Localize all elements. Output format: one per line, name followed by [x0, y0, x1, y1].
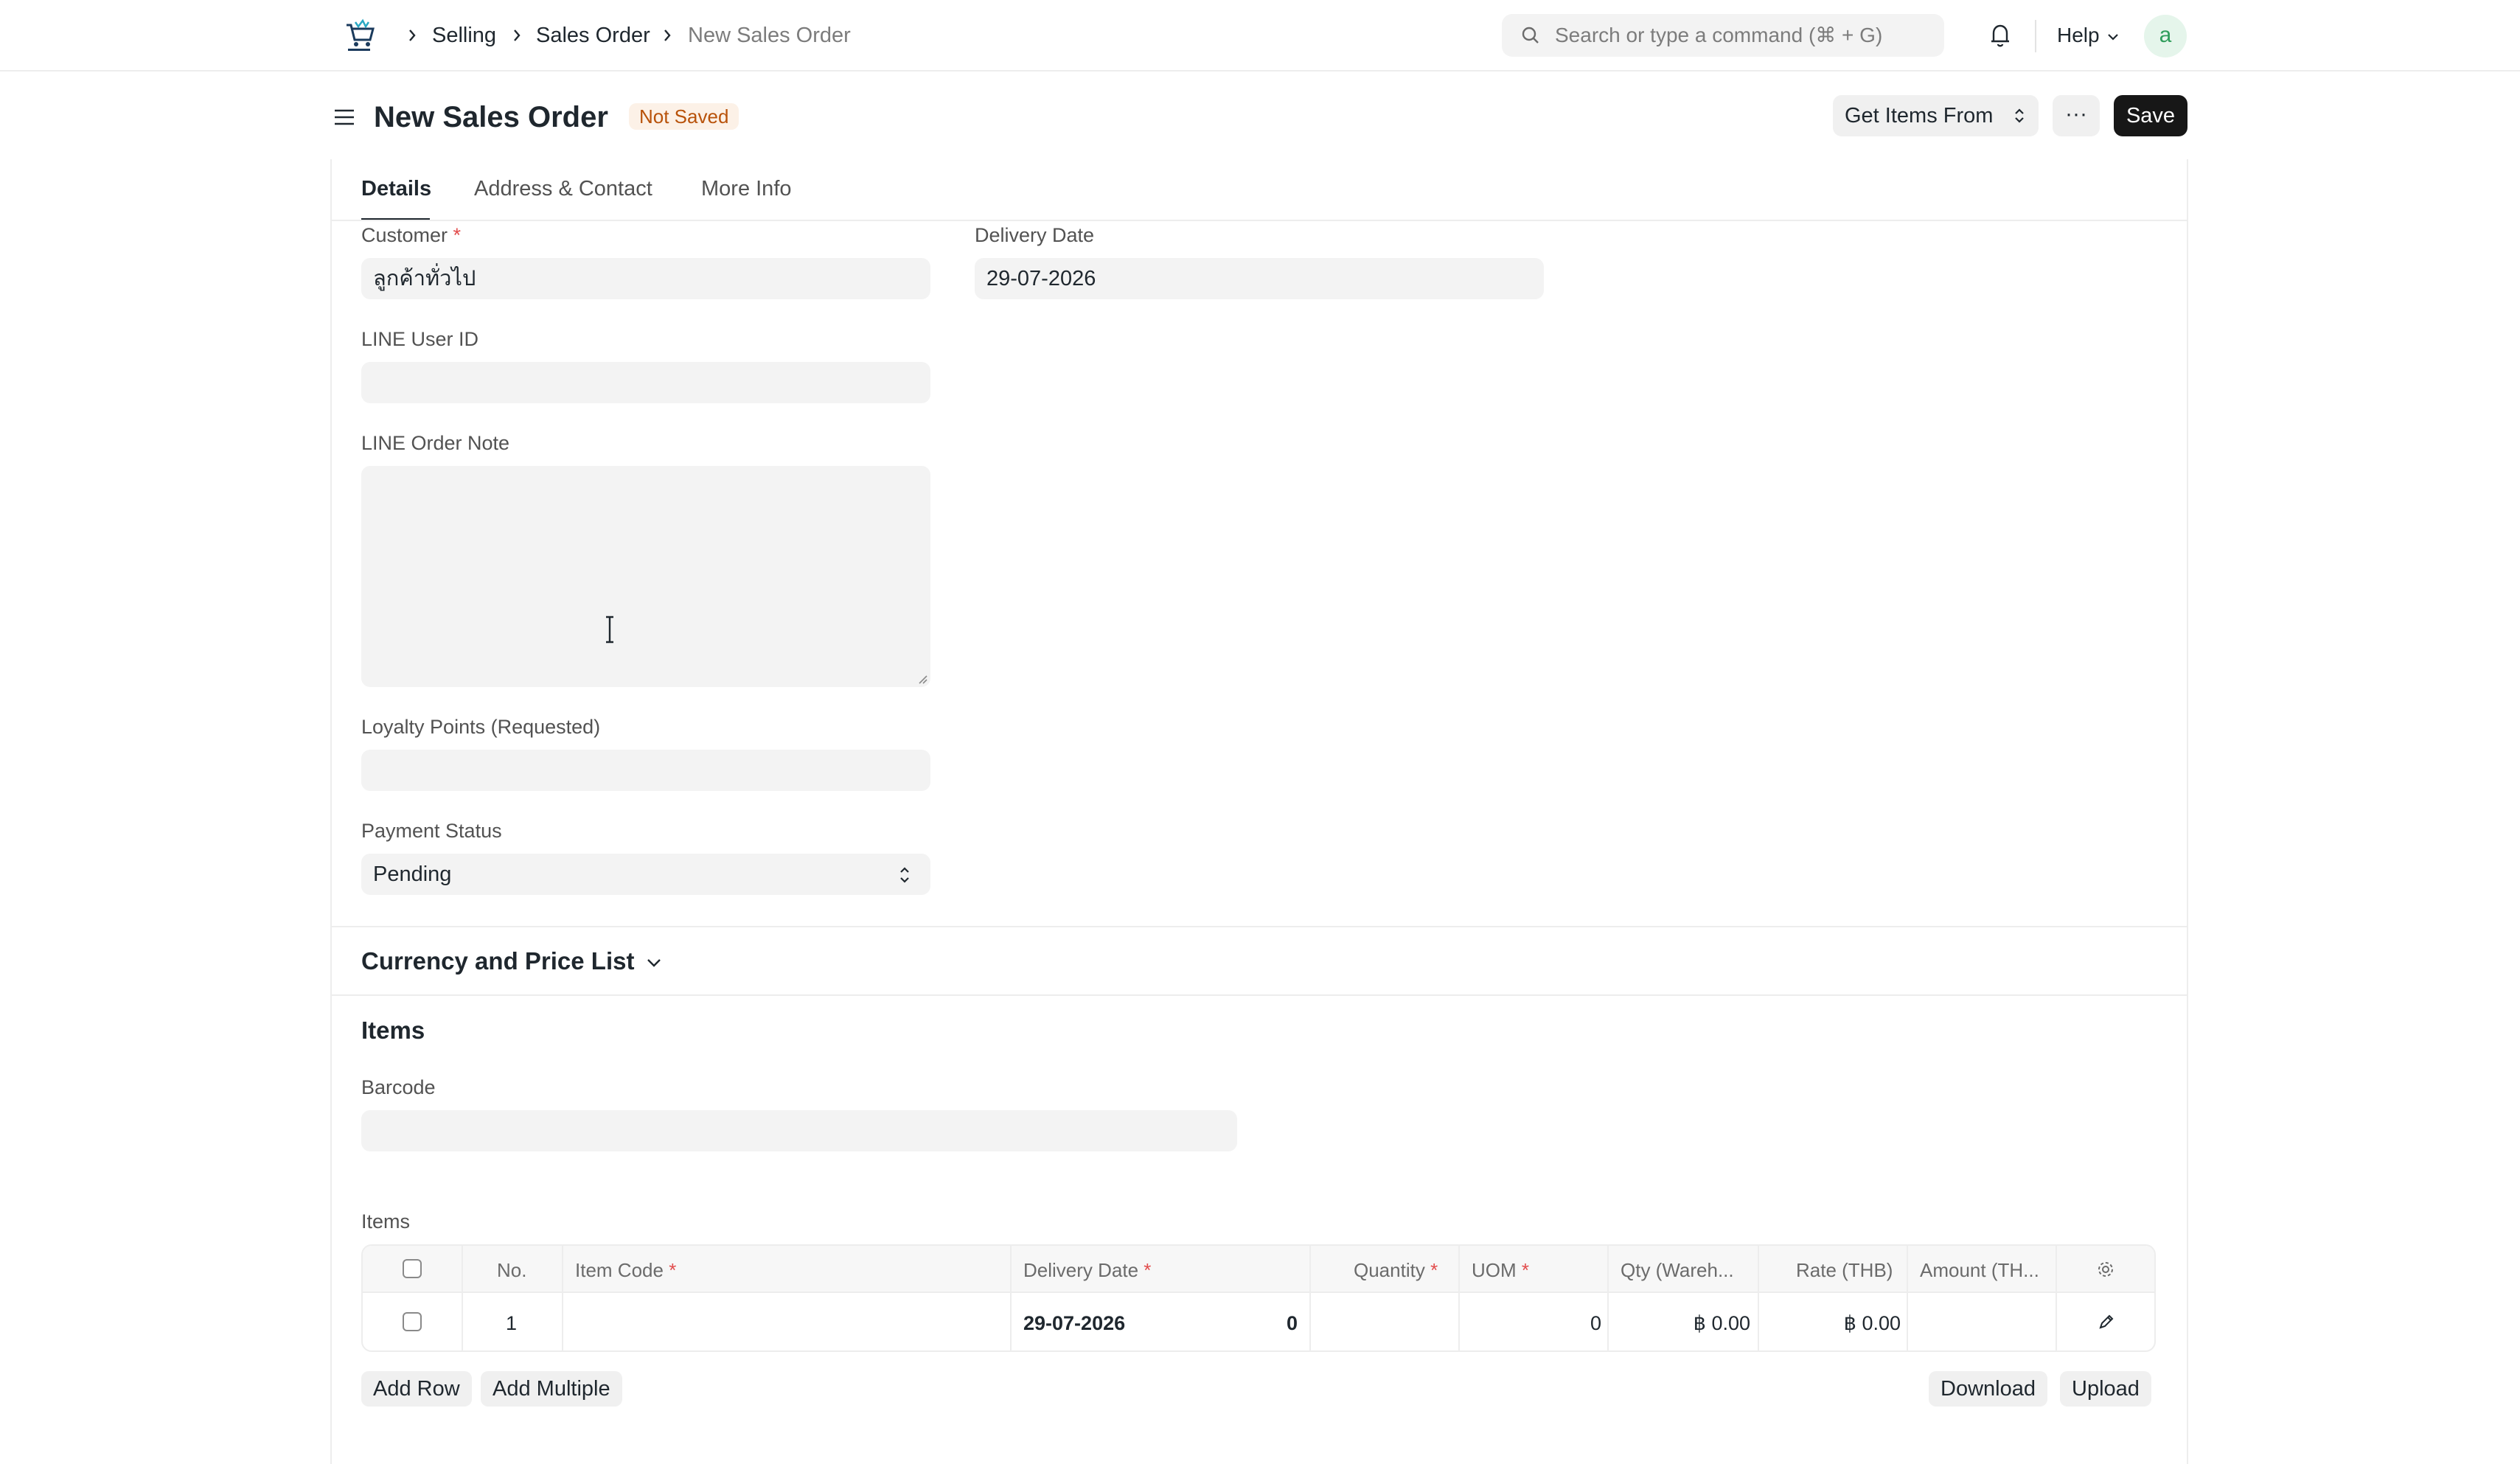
row-rate[interactable]: ฿ 0.00 [1694, 1311, 1750, 1336]
line-user-id-label: LINE User ID [361, 328, 479, 350]
search-input[interactable]: Search or type a command (⌘ + G) [1502, 14, 1944, 57]
loyalty-points-label: Loyalty Points (Requested) [361, 716, 601, 738]
more-actions-button[interactable]: ··· [2053, 95, 2100, 136]
column-divider [462, 1246, 463, 1350]
items-table: No. Item Code * Delivery Date * Quantity… [361, 1244, 2156, 1352]
avatar[interactable]: a [2144, 15, 2187, 57]
row-qty-warehouse[interactable]: 0 [1590, 1311, 1601, 1336]
delivery-date-field[interactable]: 29-07-2026 [975, 258, 1544, 299]
column-header-item-code: Item Code * [575, 1259, 677, 1281]
column-divider [1607, 1246, 1609, 1350]
chevron-right-icon [514, 29, 521, 41]
column-header-qty-warehouse: Qty (Wareh... [1621, 1259, 1734, 1281]
upload-button[interactable]: Upload [2060, 1371, 2151, 1407]
notification-bell-icon[interactable] [1988, 21, 2013, 49]
navbar-divider [2035, 20, 2036, 52]
payment-status-label: Payment Status [361, 820, 502, 842]
row-amount: ฿ 0.00 [1843, 1312, 1901, 1334]
column-header-quantity: Quantity * [1354, 1259, 1438, 1281]
tab-details[interactable]: Details [361, 175, 431, 202]
gear-icon[interactable] [2095, 1259, 2116, 1280]
status-badge: Not Saved [629, 103, 739, 130]
column-divider [562, 1246, 563, 1350]
edit-pencil-icon[interactable] [2097, 1312, 2116, 1331]
save-button[interactable]: Save [2114, 95, 2187, 136]
customer-label: Customer * [361, 224, 462, 246]
payment-status-select[interactable]: Pending [361, 854, 930, 895]
add-multiple-button[interactable]: Add Multiple [481, 1371, 622, 1407]
breadcrumb-selling[interactable]: Selling [432, 22, 496, 49]
line-order-note-label: LINE Order Note [361, 432, 510, 454]
line-user-id-field[interactable] [361, 362, 930, 403]
text-cursor-icon [606, 616, 613, 644]
download-button[interactable]: Download [1929, 1371, 2047, 1407]
delivery-date-label: Delivery Date [975, 224, 1095, 246]
page-title: New Sales Order [374, 101, 608, 133]
chevron-right-icon [409, 29, 416, 41]
search-placeholder: Search or type a command (⌘ + G) [1555, 24, 1883, 46]
breadcrumb-new-sales-order: New Sales Order [688, 24, 851, 47]
barcode-field[interactable] [361, 1110, 1237, 1151]
line-order-note-textarea[interactable] [361, 466, 930, 687]
barcode-label: Barcode [361, 1076, 436, 1098]
row-checkbox[interactable] [403, 1312, 422, 1331]
column-divider [2056, 1246, 2057, 1350]
column-divider [1010, 1246, 1012, 1350]
select-arrows-icon [900, 867, 909, 883]
column-header-delivery-date: Delivery Date * [1023, 1259, 1152, 1281]
delivery-date-value: 29-07-2026 [986, 267, 1096, 290]
column-divider [1758, 1246, 1759, 1350]
column-divider [1309, 1246, 1311, 1350]
cart-store-logo-icon[interactable] [341, 18, 377, 55]
column-divider [1907, 1246, 1908, 1350]
tab-address-contact[interactable]: Address & Contact [474, 175, 652, 202]
help-menu[interactable]: Help [2057, 22, 2100, 49]
select-all-checkbox[interactable] [403, 1259, 422, 1278]
payment-status-value: Pending [373, 862, 452, 886]
section-divider [332, 926, 2187, 927]
resize-handle-icon[interactable] [916, 672, 927, 684]
sidebar-toggle-icon[interactable] [332, 105, 357, 130]
column-header-uom: UOM * [1472, 1259, 1530, 1281]
column-header-no: No. [497, 1259, 527, 1281]
column-divider [1458, 1246, 1460, 1350]
items-section-title: Items [361, 1017, 425, 1044]
column-header-rate: Rate (THB) [1796, 1259, 1893, 1281]
select-arrows-icon [2015, 108, 2024, 123]
search-icon [1522, 27, 1539, 43]
loyalty-points-field[interactable] [361, 750, 930, 791]
row-no: 1 [506, 1312, 518, 1334]
get-items-from-button[interactable]: Get Items From [1833, 95, 2039, 136]
required-marker: * [453, 224, 462, 246]
row-delivery-date[interactable]: 29-07-2026 [1023, 1311, 1125, 1336]
tab-more-info[interactable]: More Info [701, 175, 792, 202]
breadcrumb-sales-order[interactable]: Sales Order [536, 22, 650, 49]
chevron-right-icon [664, 29, 671, 41]
add-row-button[interactable]: Add Row [361, 1371, 472, 1407]
row-quantity[interactable]: 0 [1287, 1311, 1298, 1336]
chevron-down-icon[interactable] [644, 955, 664, 970]
tabs-divider [330, 220, 2188, 221]
get-items-from-label: Get Items From [1845, 104, 1994, 128]
section-divider [332, 994, 2187, 996]
column-header-amount: Amount (TH... [1920, 1259, 2039, 1281]
customer-value: ลูกค้าทั่วไป [373, 267, 476, 290]
customer-field[interactable]: ลูกค้าทั่วไป [361, 258, 930, 299]
currency-price-list-section-toggle[interactable]: Currency and Price List [361, 947, 634, 976]
navbar: Selling Sales Order New Sales Order Sear… [0, 0, 2520, 72]
items-table-label: Items [361, 1210, 411, 1233]
chevron-down-icon[interactable] [2106, 29, 2120, 44]
